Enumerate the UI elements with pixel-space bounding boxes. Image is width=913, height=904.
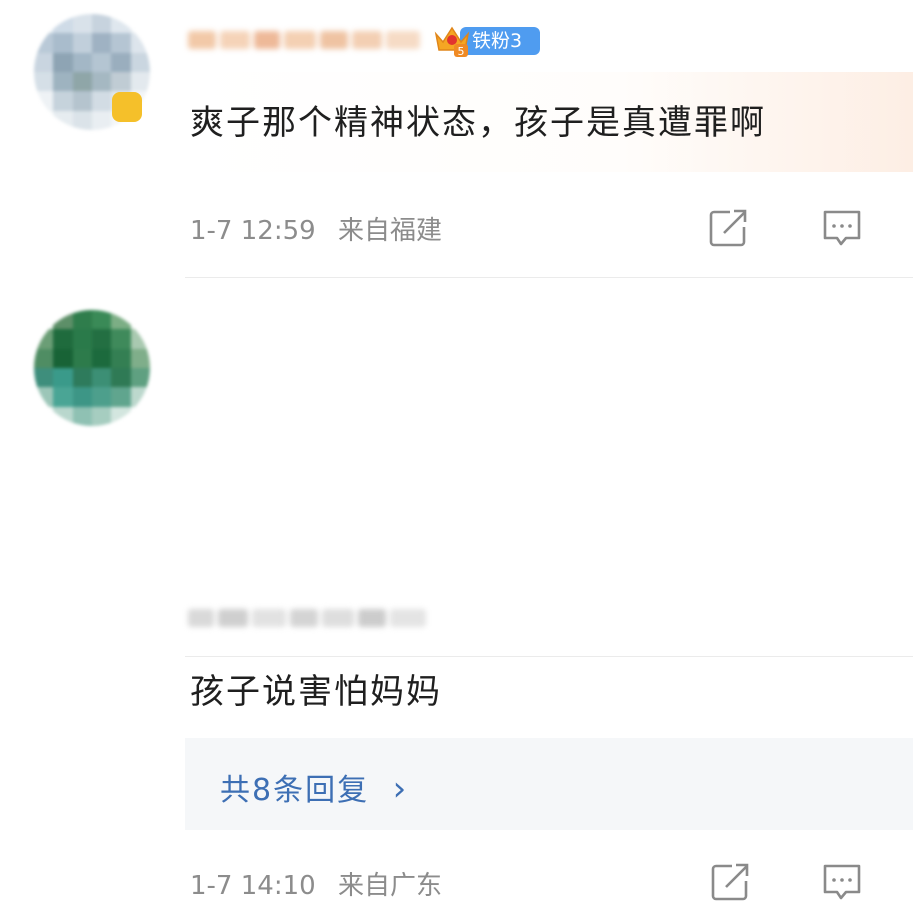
share-icon[interactable]: [708, 860, 752, 904]
chevron-right-icon: ›: [392, 769, 409, 809]
divider: [185, 656, 913, 657]
comment-meta: 1-7 12:59 来自福建: [190, 210, 442, 247]
comment-time: 1-7 12:59: [190, 216, 316, 246]
username-blurred[interactable]: [188, 28, 420, 52]
view-replies-link[interactable]: 共8条回复 ›: [220, 765, 408, 809]
comment-location: 来自福建: [337, 216, 442, 246]
comment-location: 来自广东: [337, 871, 442, 901]
comment-icon[interactable]: [820, 206, 864, 250]
comment-text: 孩子说害怕妈妈: [190, 672, 442, 712]
comment-item: 铁粉3 5 爽子那个精神状态，孩子是真遭罪啊 1-7 12:59 来自福建: [0, 0, 913, 280]
comment-meta: 1-7 14:10 来自广东: [190, 865, 442, 902]
avatar[interactable]: [34, 310, 150, 426]
fan-level-label: 铁粉3: [460, 27, 540, 55]
comment-icon[interactable]: [820, 860, 864, 904]
crown-level: 5: [458, 45, 465, 58]
verified-badge-icon: [112, 92, 142, 122]
comment-item: 孩子说害怕妈妈 共8条回复 › 1-7 14:10 来自广东: [0, 280, 913, 901]
comment-time: 1-7 14:10: [190, 871, 316, 901]
divider: [185, 277, 913, 278]
replies-count-label: 共8条回复: [220, 773, 370, 808]
comment-text: 爽子那个精神状态，孩子是真遭罪啊: [190, 103, 766, 143]
username-blurred[interactable]: [188, 606, 458, 630]
crown-icon: 5: [434, 26, 470, 58]
share-icon[interactable]: [706, 206, 750, 250]
fan-badge[interactable]: 铁粉3 5: [432, 22, 542, 58]
